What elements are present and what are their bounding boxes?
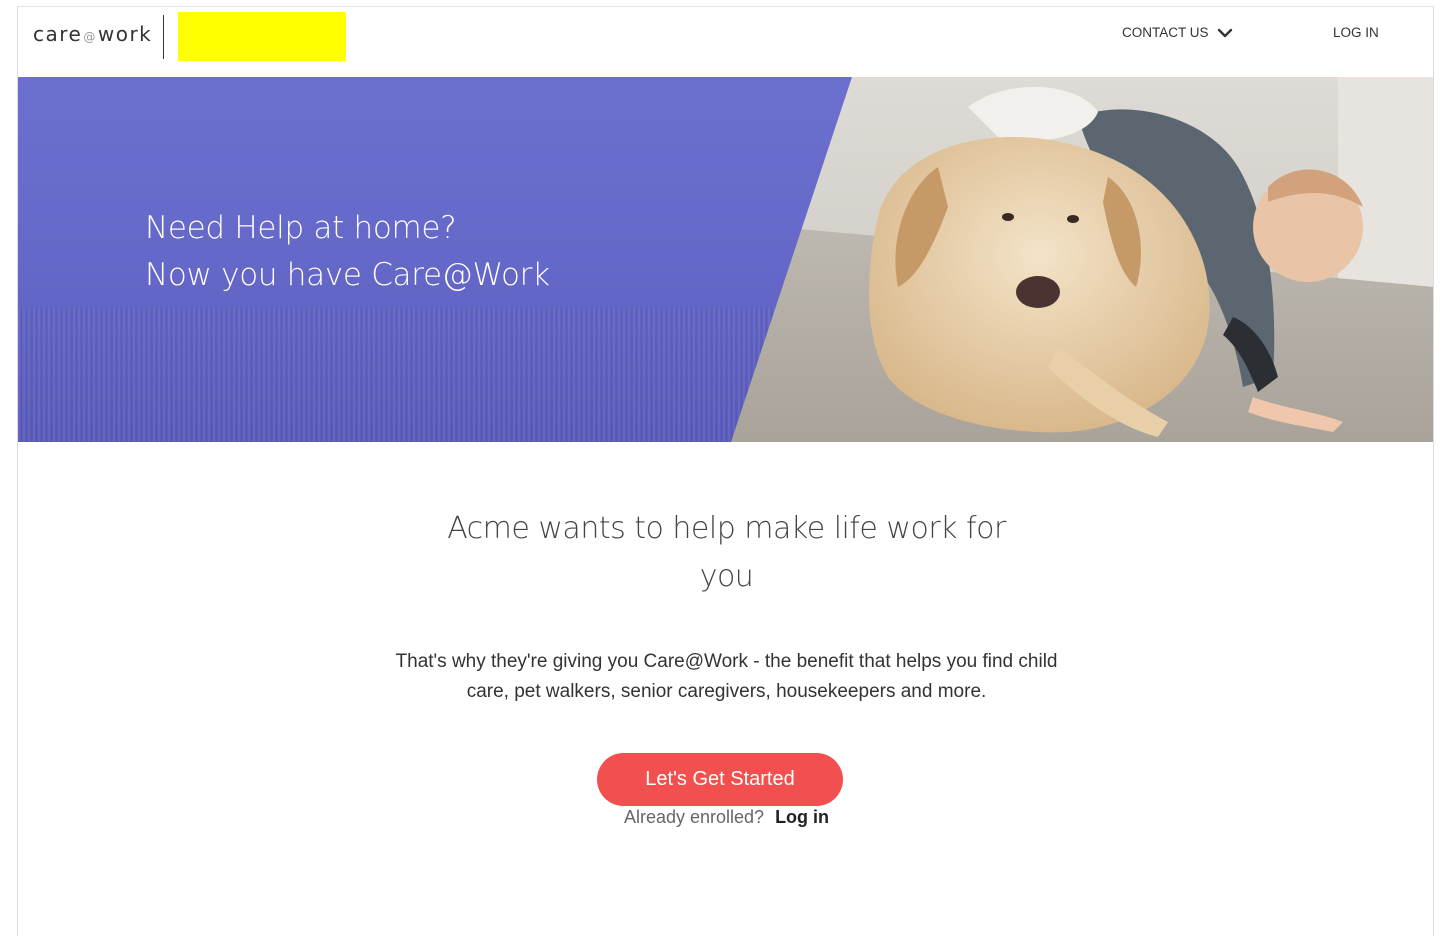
enrolled-login-link[interactable]: Log in <box>775 807 829 827</box>
partner-logo-placeholder <box>178 12 346 61</box>
page-headline: Acme wants to help make life work for yo… <box>18 505 1433 601</box>
hero-banner: Need Help at home? Now you have Care@Wor… <box>18 77 1433 442</box>
contact-us-menu[interactable]: CONTACT US <box>1122 25 1233 40</box>
already-enrolled-prompt: Already enrolled? Log in <box>18 807 1433 828</box>
hero-heading: Need Help at home? Now you have Care@Wor… <box>145 205 550 299</box>
get-started-button[interactable]: Let's Get Started <box>597 753 843 806</box>
careatwork-logo[interactable]: care @ work <box>33 22 152 46</box>
logo-at: @ <box>83 30 97 44</box>
description-text: That's why they're giving you Care@Work … <box>395 651 1058 702</box>
logo-text-work: work <box>97 22 153 46</box>
hero-line-2: Now you have Care@Work <box>145 257 550 293</box>
chevron-down-icon <box>1217 28 1232 37</box>
already-enrolled-text: Already enrolled? <box>623 807 765 827</box>
hero-line-1: Need Help at home? <box>145 210 457 246</box>
logo-divider <box>163 15 164 59</box>
logo-text-care: care <box>33 22 83 46</box>
contact-us-label: CONTACT US <box>1122 25 1209 40</box>
page-frame: care @ work CONTACT US LOG IN Need Help … <box>17 6 1434 936</box>
benefit-description: That's why they're giving you Care@Work … <box>18 647 1433 707</box>
site-header: care @ work CONTACT US LOG IN <box>18 7 1433 77</box>
header-login-link[interactable]: LOG IN <box>1333 25 1379 40</box>
headline-text: Acme wants to help make life work for yo… <box>447 511 1006 594</box>
